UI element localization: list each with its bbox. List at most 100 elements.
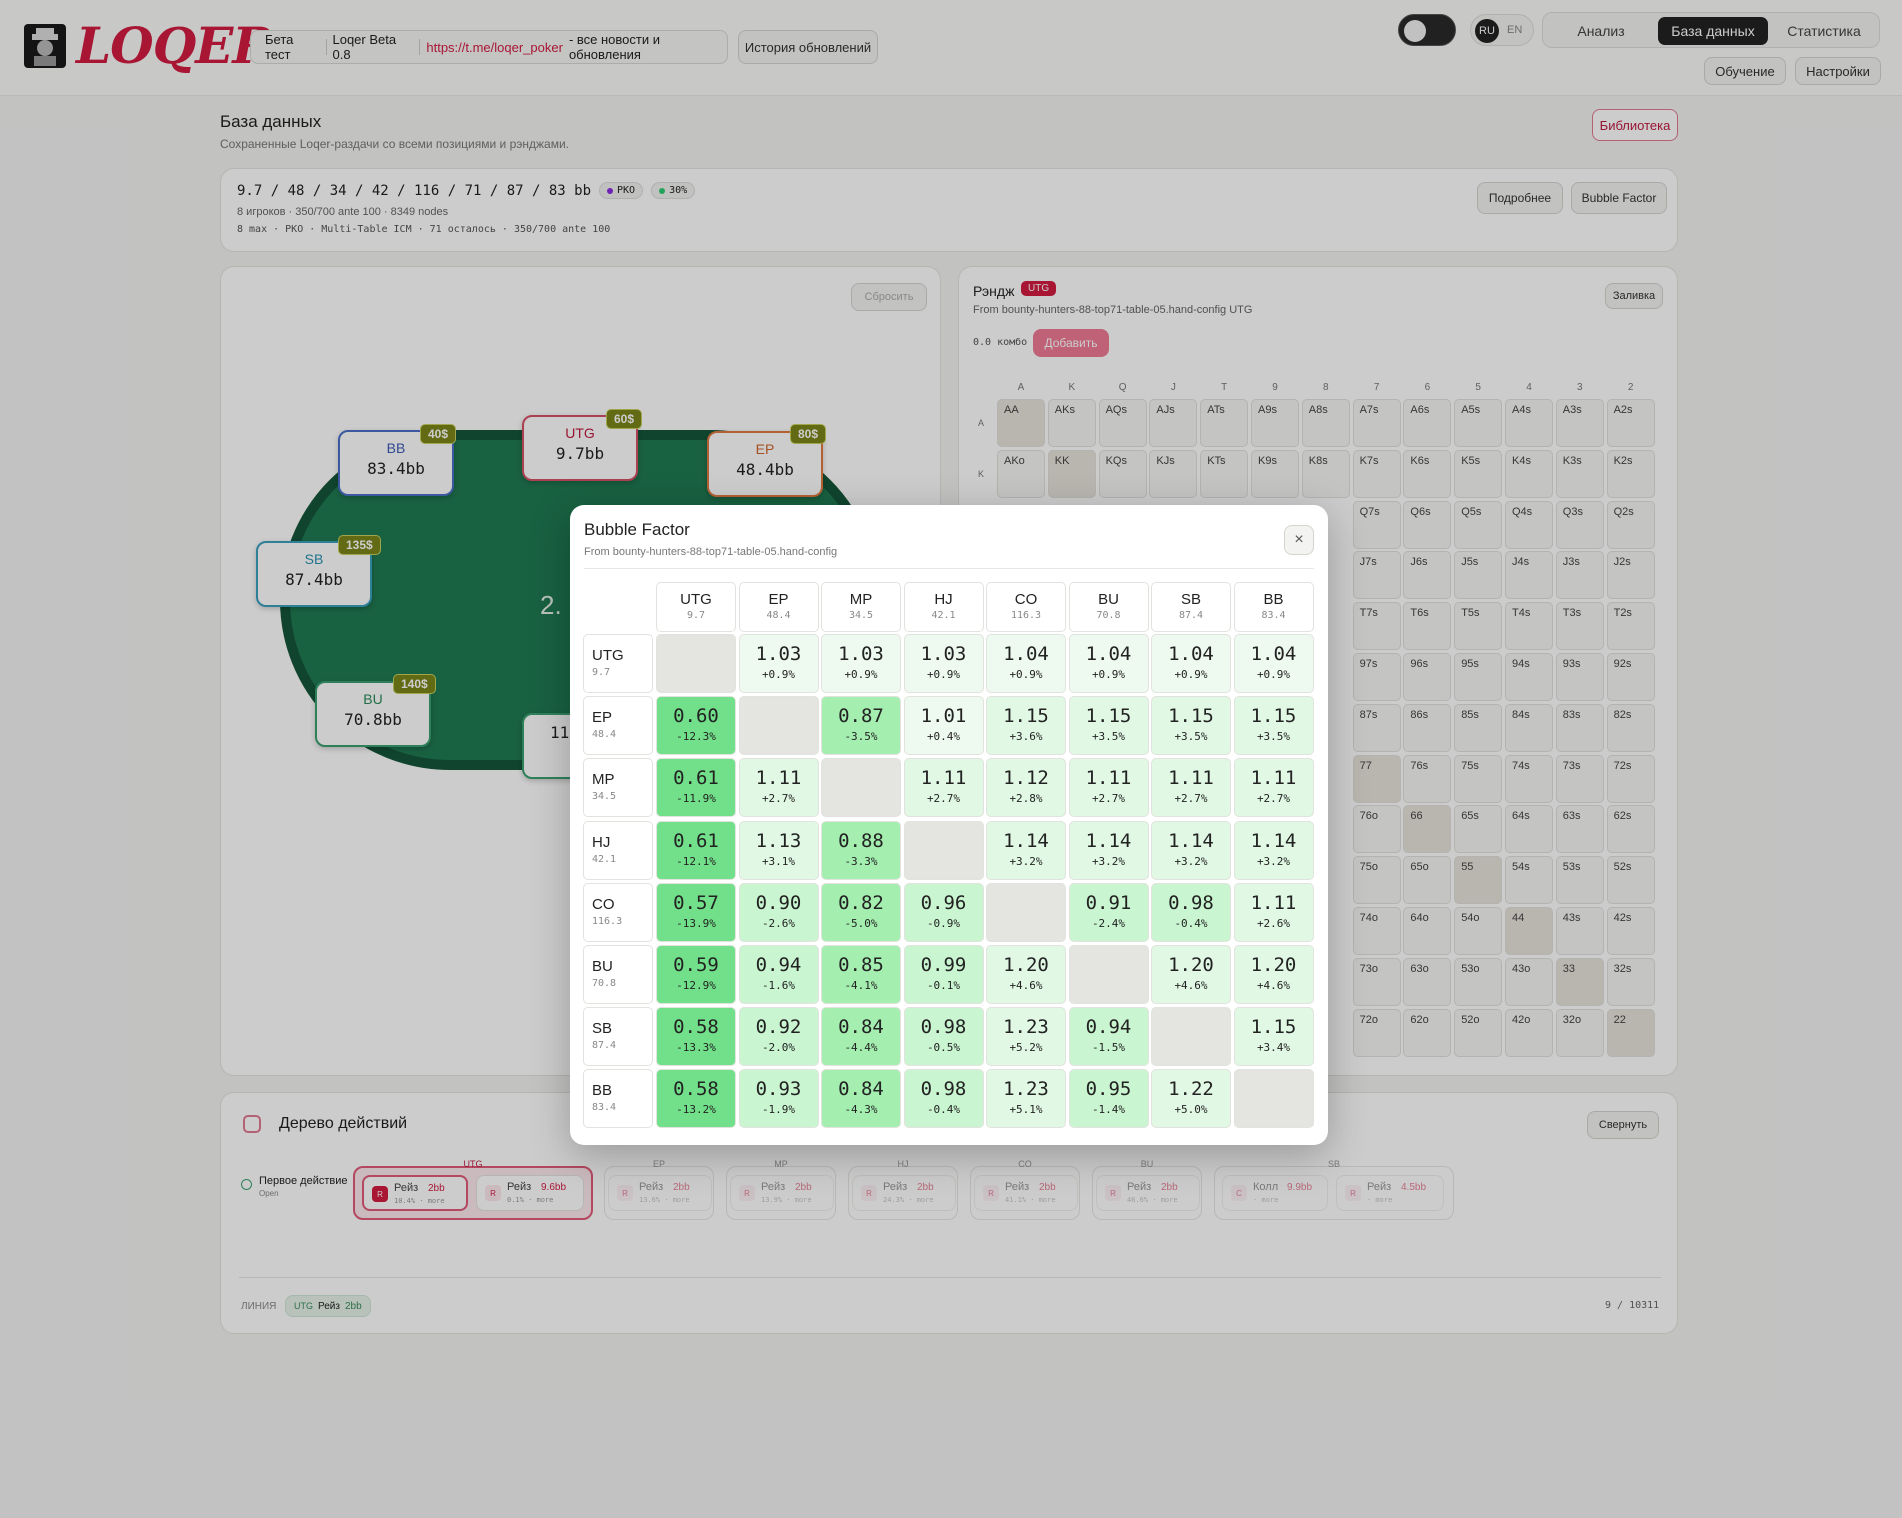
row-stack: 42.1 [592, 853, 617, 865]
matrix-cell: 1.20 +4.6% [1233, 945, 1314, 1004]
equity-delta: +0.9% [1091, 668, 1126, 681]
row-stack: 83.4 [592, 1102, 617, 1114]
matrix-col-header: UTG 9.7 [656, 582, 736, 632]
equity-delta: +3.2% [1174, 854, 1208, 868]
matrix-cell: 1.12 +2.8% [986, 758, 1066, 818]
matrix-cell: 0.98 -0.5% [903, 1007, 984, 1067]
row-pos: BB [592, 1082, 613, 1100]
bubble-factor-value: 1.15 [1003, 705, 1049, 728]
matrix-cell: 1.11 +2.7% [1151, 758, 1231, 818]
equity-delta: -1.6% [761, 979, 796, 992]
bubble-factor-value: 1.11 [1250, 891, 1297, 914]
bubble-factor-value: 1.11 [1085, 767, 1132, 790]
matrix-cell: 1.03 +0.9% [821, 634, 901, 693]
row-pos: BU [592, 958, 613, 975]
close-icon[interactable]: × [1284, 525, 1314, 555]
equity-delta: +4.6% [1174, 979, 1208, 992]
matrix-cell: 0.58 -13.2% [656, 1069, 736, 1129]
row-pos: SB [592, 1020, 613, 1038]
matrix-cell-empty [821, 758, 901, 818]
matrix-cell: 1.11 +2.7% [738, 758, 819, 818]
matrix-cell: 1.13 +3.1% [738, 820, 819, 880]
row-pos: CO [592, 895, 615, 913]
equity-delta: -1.5% [1091, 1041, 1126, 1055]
row-stack: 70.8 [592, 978, 617, 989]
equity-delta: -12.9% [676, 979, 716, 992]
equity-delta: -0.4% [926, 1103, 961, 1117]
matrix-cell: 0.92 -2.0% [738, 1007, 819, 1067]
matrix-row-header: HJ 42.1 [583, 820, 653, 880]
matrix-cell: 1.04 +0.9% [986, 634, 1066, 693]
bubble-factor-value: 0.58 [673, 1016, 719, 1039]
bubble-factor-value: 0.93 [755, 1078, 802, 1101]
bubble-factor-value: 1.20 [1250, 954, 1297, 976]
bubble-factor-value: 1.15 [1085, 705, 1132, 728]
col-stack: 116.3 [1010, 610, 1042, 621]
bubble-factor-value: 1.04 [1003, 643, 1049, 665]
matrix-cell: 1.15 +3.5% [1068, 696, 1149, 756]
matrix-cell: 0.93 -1.9% [738, 1069, 819, 1129]
bubble-factor-value: 0.87 [838, 705, 884, 728]
matrix-cell-empty [738, 696, 819, 756]
matrix-cell: 0.94 -1.5% [1068, 1007, 1149, 1067]
matrix-col-header: HJ 42.1 [903, 582, 984, 632]
equity-delta: -0.5% [926, 1041, 961, 1055]
equity-delta: +3.5% [1091, 730, 1126, 744]
matrix-cell: 1.04 +0.9% [1233, 634, 1314, 693]
matrix-cell: 0.90 -2.6% [738, 882, 819, 942]
bubble-factor-value: 1.22 [1168, 1078, 1214, 1101]
bubble-factor-value: 0.98 [920, 1016, 967, 1039]
bubble-factor-value: 1.15 [1250, 705, 1297, 728]
matrix-cell: 1.04 +0.9% [1151, 634, 1231, 693]
equity-delta: +5.2% [1009, 1041, 1043, 1055]
equity-delta: +0.9% [1009, 668, 1043, 681]
bubble-factor-value: 1.14 [1168, 829, 1214, 852]
bubble-factor-value: 0.58 [673, 1078, 719, 1101]
bubble-factor-value: 1.11 [920, 767, 967, 790]
matrix-row-header: MP 34.5 [583, 758, 653, 818]
equity-delta: +2.7% [1256, 792, 1291, 806]
bubble-factor-value: 1.11 [1250, 767, 1297, 790]
equity-delta: +0.9% [926, 668, 961, 681]
equity-delta: +2.8% [1009, 792, 1043, 806]
matrix-cell: 0.82 -5.0% [821, 882, 901, 942]
equity-delta: +0.9% [761, 668, 796, 681]
matrix-cell: 1.15 +3.6% [986, 696, 1066, 756]
equity-delta: -12.1% [676, 854, 716, 868]
col-pos: SB [1180, 591, 1201, 608]
equity-delta: +4.6% [1256, 979, 1291, 992]
equity-delta: +3.2% [1256, 854, 1291, 868]
bubble-factor-value: 0.90 [755, 891, 802, 914]
bubble-factor-value: 0.85 [838, 954, 884, 976]
bubble-factor-value: 0.94 [1085, 1016, 1132, 1039]
bubble-factor-value: 1.03 [755, 643, 802, 665]
row-stack: 9.7 [592, 667, 611, 678]
bubble-factor-value: 0.94 [755, 954, 802, 976]
bubble-factor-value: 1.04 [1250, 643, 1297, 665]
matrix-cell: 1.11 +2.7% [1233, 758, 1314, 818]
col-stack: 34.5 [848, 610, 874, 621]
matrix-col-header: CO 116.3 [986, 582, 1066, 632]
equity-delta: +0.9% [1256, 668, 1291, 681]
bubble-factor-value: 0.99 [920, 954, 967, 976]
equity-delta: -2.0% [761, 1041, 796, 1055]
bubble-factor-value: 0.91 [1085, 891, 1132, 914]
matrix-cell: 0.61 -11.9% [656, 758, 736, 818]
matrix-cell-empty [1068, 945, 1149, 1004]
matrix-cell: 1.03 +0.9% [738, 634, 819, 693]
equity-delta: -0.4% [1174, 916, 1208, 930]
matrix-col-header: BB 83.4 [1233, 582, 1314, 632]
matrix-cell: 1.20 +4.6% [1151, 945, 1231, 1004]
matrix-row-header: BU 70.8 [583, 945, 653, 1004]
bubble-factor-value: 1.14 [1003, 829, 1049, 852]
bubble-factor-value: 0.60 [673, 705, 719, 728]
col-pos: BB [1263, 591, 1284, 608]
equity-delta: -3.3% [844, 854, 878, 868]
row-stack: 48.4 [592, 729, 617, 741]
equity-delta: -1.9% [761, 1103, 796, 1117]
equity-delta: +5.1% [1009, 1103, 1043, 1117]
bubble-factor-value: 1.13 [755, 829, 802, 852]
matrix-cell: 0.57 -13.9% [656, 882, 736, 942]
bubble-factor-value: 0.61 [673, 767, 719, 790]
row-pos: UTG [592, 647, 624, 664]
